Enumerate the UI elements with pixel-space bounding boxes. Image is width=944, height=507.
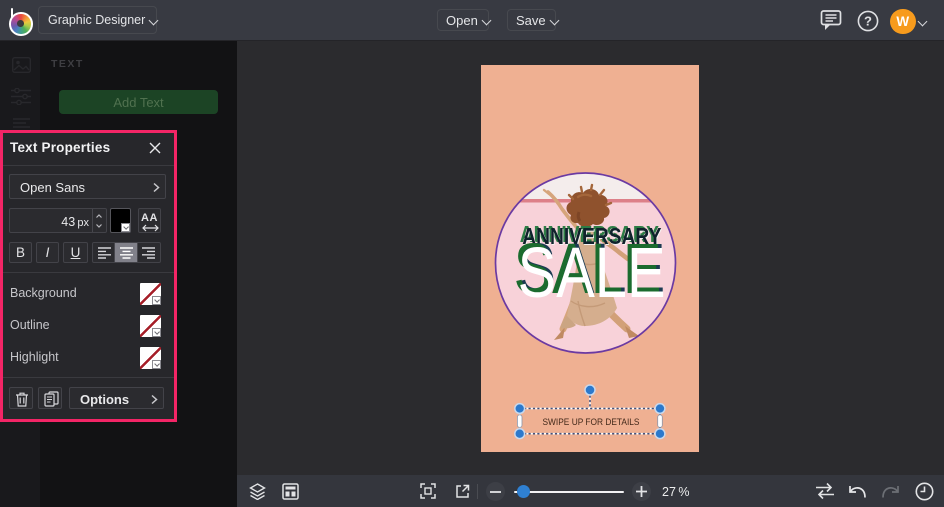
svg-text:?: ? [864, 14, 872, 29]
svg-text:SWIPE UP FOR DETAILS: SWIPE UP FOR DETAILS [543, 417, 640, 428]
svg-text:SALE: SALE [518, 232, 666, 312]
